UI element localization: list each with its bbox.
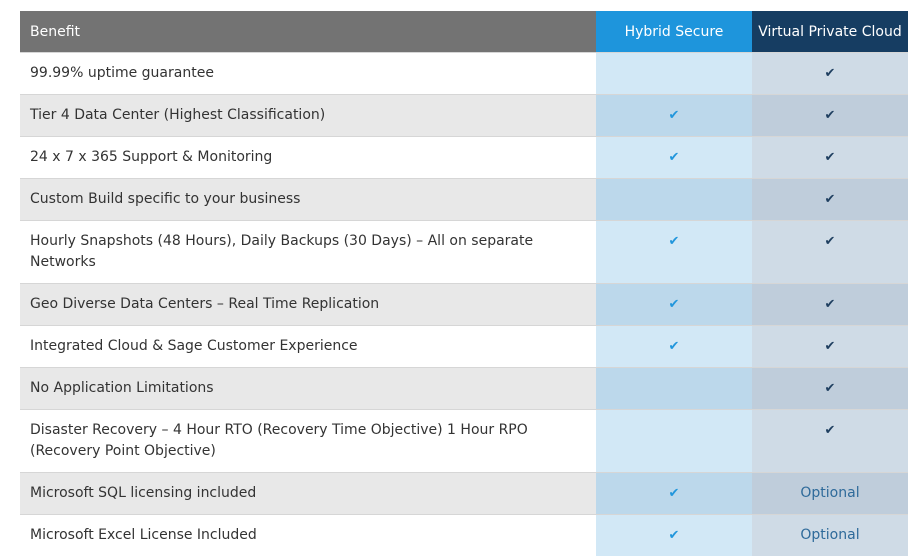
vpc-cell: ✔ [752,53,908,95]
table-row: 99.99% uptime guarantee ✔ [20,53,908,95]
checkmark-icon: ✔ [669,294,680,315]
benefit-cell: No Application Limitations [20,368,596,410]
table-row: Tier 4 Data Center (Highest Classificati… [20,95,908,137]
checkmark-icon: ✔ [669,525,680,546]
checkmark-icon: ✔ [669,483,680,504]
table-row: No Application Limitations ✔ [20,368,908,410]
vpc-cell: ✔ [752,284,908,326]
vpc-cell: ✔ [752,221,908,284]
benefit-cell: 24 x 7 x 365 Support & Monitoring [20,137,596,179]
checkmark-icon: ✔ [825,189,836,210]
table-row: Geo Diverse Data Centers – Real Time Rep… [20,284,908,326]
checkmark-icon: ✔ [669,147,680,168]
benefit-cell: Geo Diverse Data Centers – Real Time Rep… [20,284,596,326]
hybrid-cell: ✔ [596,284,752,326]
header-hybrid-secure: Hybrid Secure [596,11,752,53]
hybrid-cell: ✔ [596,221,752,284]
hybrid-cell [596,179,752,221]
hybrid-cell: ✔ [596,473,752,515]
vpc-cell: ✔ [752,410,908,473]
checkmark-icon: ✔ [669,105,680,126]
table-row: 24 x 7 x 365 Support & Monitoring ✔ ✔ [20,137,908,179]
hybrid-cell: ✔ [596,137,752,179]
benefit-cell: Tier 4 Data Center (Highest Classificati… [20,95,596,137]
table-header-row: Benefit Hybrid Secure Virtual Private Cl… [20,11,908,53]
hybrid-cell [596,410,752,473]
vpc-cell: ✔ [752,95,908,137]
benefit-cell: Integrated Cloud & Sage Customer Experie… [20,326,596,368]
vpc-cell: ✔ [752,368,908,410]
table-row: Microsoft Excel License Included ✔ Optiona… [20,515,908,556]
benefit-cell: Hourly Snapshots (48 Hours), Daily Backu… [20,221,596,284]
checkmark-icon: ✔ [825,147,836,168]
table-body: 99.99% uptime guarantee ✔ Tier 4 Data Cent… [20,53,908,556]
vpc-cell: ✔ [752,137,908,179]
benefit-cell: 99.99% uptime guarantee [20,53,596,95]
benefit-cell: Microsoft SQL licensing included [20,473,596,515]
optional-label: Optional [800,527,859,543]
checkmark-icon: ✔ [825,294,836,315]
comparison-table: Benefit Hybrid Secure Virtual Private Cl… [20,11,908,556]
benefit-cell: Custom Build specific to your business [20,179,596,221]
checkmark-icon: ✔ [825,336,836,357]
table-row: Disaster Recovery – 4 Hour RTO (Recovery… [20,410,908,473]
hybrid-cell: ✔ [596,326,752,368]
benefit-cell: Disaster Recovery – 4 Hour RTO (Recovery… [20,410,596,473]
checkmark-icon: ✔ [669,231,680,252]
checkmark-icon: ✔ [669,336,680,357]
checkmark-icon: ✔ [825,231,836,252]
vpc-cell: Optional [752,473,908,515]
header-benefit: Benefit [20,11,596,53]
vpc-cell: Optional [752,515,908,556]
checkmark-icon: ✔ [825,378,836,399]
table-row: Integrated Cloud & Sage Customer Experie… [20,326,908,368]
hybrid-cell: ✔ [596,515,752,556]
table-row: Custom Build specific to your business ✔ [20,179,908,221]
table-row: Microsoft SQL licensing included ✔ Optiona… [20,473,908,515]
vpc-cell: ✔ [752,326,908,368]
optional-label: Optional [800,485,859,501]
hybrid-cell: ✔ [596,95,752,137]
hybrid-cell [596,368,752,410]
vpc-cell: ✔ [752,179,908,221]
benefit-cell: Microsoft Excel License Included [20,515,596,556]
comparison-table-container: Benefit Hybrid Secure Virtual Private Cl… [20,11,908,556]
checkmark-icon: ✔ [825,420,836,441]
hybrid-cell [596,53,752,95]
checkmark-icon: ✔ [825,63,836,84]
header-virtual-private-cloud: Virtual Private Cloud [752,11,908,53]
table-row: Hourly Snapshots (48 Hours), Daily Backu… [20,221,908,284]
checkmark-icon: ✔ [825,105,836,126]
